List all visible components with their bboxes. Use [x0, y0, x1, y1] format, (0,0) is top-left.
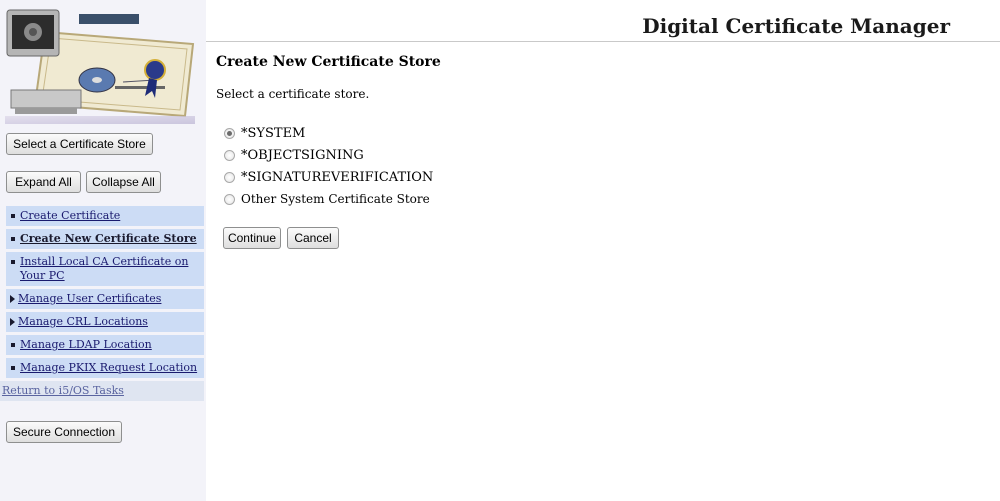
cancel-button[interactable]: Cancel [287, 227, 339, 249]
select-certificate-store-button[interactable]: Select a Certificate Store [6, 133, 153, 155]
nav-item-create-certificate[interactable]: Create Certificate [6, 206, 204, 226]
expand-all-button[interactable]: Expand All [6, 171, 81, 193]
radio-option-objectsigning[interactable]: *OBJECTSIGNING [222, 144, 433, 166]
nav-item-manage-ldap-location[interactable]: Manage LDAP Location [6, 335, 204, 355]
nav-item-manage-user-certificates[interactable]: Manage User Certificates [6, 289, 204, 309]
radio-button[interactable] [224, 171, 235, 183]
nav-link[interactable]: Install Local CA Certificate on Your PC [20, 255, 200, 283]
expand-arrow-icon[interactable] [10, 318, 15, 326]
radio-label[interactable]: *OBJECTSIGNING [241, 148, 364, 163]
return-to-tasks-row: Return to i5/OS Tasks [0, 381, 204, 401]
nav-link[interactable]: Manage LDAP Location [20, 338, 152, 352]
nav-item-manage-pkix-request-location[interactable]: Manage PKIX Request Location [6, 358, 204, 378]
nav-item-install-local-ca-certificate[interactable]: Install Local CA Certificate on Your PC [6, 252, 204, 286]
radio-button[interactable] [224, 149, 235, 161]
sidebar: Select a Certificate Store Expand All Co… [0, 0, 206, 501]
bullet-icon [11, 260, 15, 264]
nav-link[interactable]: Manage User Certificates [18, 292, 161, 306]
page-header-title: Digital Certificate Manager [642, 14, 950, 38]
bullet-icon [11, 237, 15, 241]
radio-label[interactable]: *SYSTEM [241, 126, 305, 141]
continue-button[interactable]: Continue [223, 227, 281, 249]
expand-arrow-icon[interactable] [10, 295, 15, 303]
instruction-text: Select a certificate store. [216, 87, 370, 101]
dcm-logo-image [5, 4, 195, 124]
nav-item-create-new-certificate-store[interactable]: Create New Certificate Store [6, 229, 204, 249]
radio-option-system[interactable]: *SYSTEM [222, 122, 433, 144]
collapse-all-button[interactable]: Collapse All [86, 171, 161, 193]
bullet-icon [11, 343, 15, 347]
bullet-icon [11, 214, 15, 218]
secure-connection-button[interactable]: Secure Connection [6, 421, 122, 443]
bullet-icon [11, 366, 15, 370]
nav-item-manage-crl-locations[interactable]: Manage CRL Locations [6, 312, 204, 332]
radio-button[interactable] [224, 193, 235, 205]
nav-link[interactable]: Manage CRL Locations [18, 315, 148, 329]
page-title: Create New Certificate Store [216, 54, 441, 70]
return-to-tasks-link[interactable]: Return to i5/OS Tasks [2, 384, 124, 397]
nav-link[interactable]: Create New Certificate Store [20, 232, 197, 246]
radio-label[interactable]: *SIGNATUREVERIFICATION [241, 170, 433, 185]
nav-link[interactable]: Create Certificate [20, 209, 120, 223]
radio-label[interactable]: Other System Certificate Store [241, 192, 430, 206]
radio-option-other-system-store[interactable]: Other System Certificate Store [222, 188, 433, 210]
header-divider [206, 41, 1000, 42]
radio-button[interactable] [224, 127, 235, 139]
task-navigation: Create Certificate Create New Certificat… [0, 206, 204, 401]
certificate-store-radio-group: *SYSTEM *OBJECTSIGNING *SIGNATUREVERIFIC… [222, 122, 433, 210]
nav-link[interactable]: Manage PKIX Request Location [20, 361, 197, 375]
radio-option-signatureverification[interactable]: *SIGNATUREVERIFICATION [222, 166, 433, 188]
